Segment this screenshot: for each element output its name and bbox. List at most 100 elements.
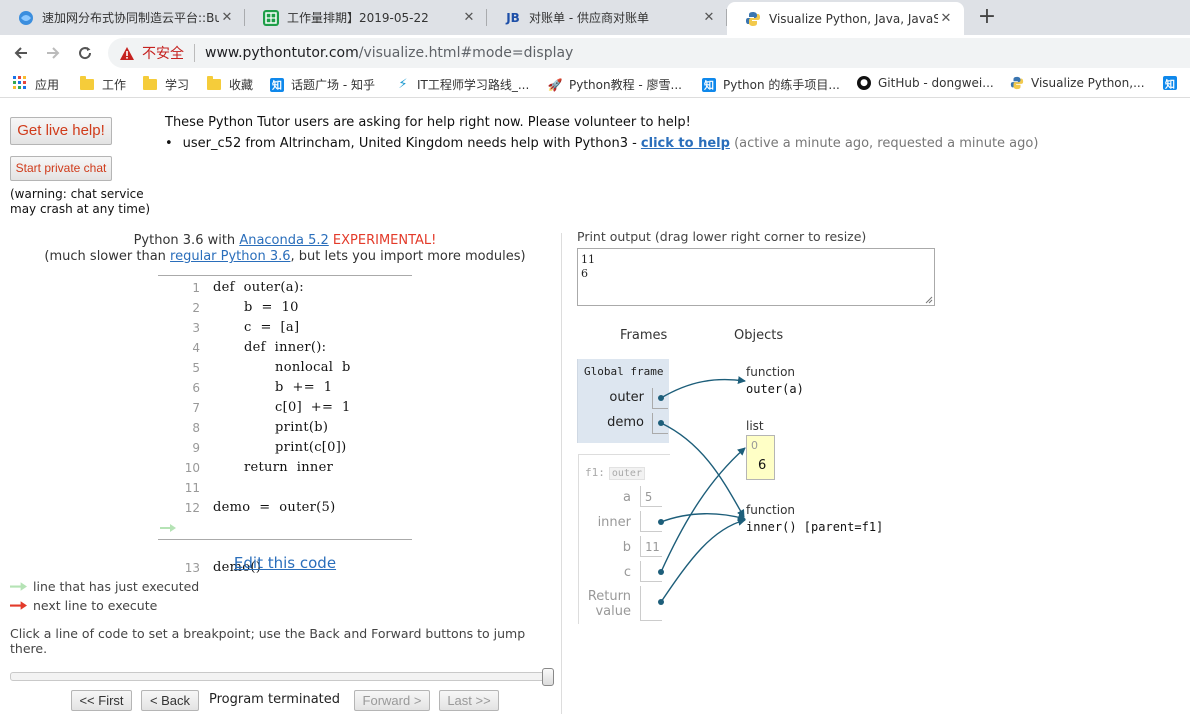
back-arrow-icon[interactable] [7, 39, 35, 67]
sheet-icon [263, 9, 279, 26]
click-to-help-link[interactable]: click to help [641, 136, 730, 151]
line-text: b = 10 [213, 300, 299, 315]
var-outer: outer [609, 390, 644, 405]
code-line[interactable]: 4 def inner(): [158, 338, 412, 358]
code-line[interactable]: 8 print(b) [158, 418, 412, 438]
bookmark-folder-work[interactable]: 工作 [80, 76, 126, 93]
warning-triangle-icon[interactable] [118, 44, 136, 62]
help-request-note: (active a minute ago, requested a minute… [729, 136, 1039, 151]
just-executed-arrow-icon [160, 524, 176, 532]
code-line[interactable]: 6 b += 1 [158, 378, 412, 398]
chat-warning-line: may crash at any time) [10, 202, 151, 216]
bookmark-visualize[interactable]: Visualize Python,... [1010, 76, 1145, 90]
back-button[interactable]: < Back [141, 690, 199, 711]
print-output-box[interactable]: 11 6 [577, 248, 935, 306]
objects-header: Objects [734, 328, 784, 343]
arrow-c-to-list [660, 447, 746, 573]
list-object: 0 6 [746, 435, 775, 480]
legend-label: next line to execute [33, 598, 158, 613]
red-arrow-icon [10, 601, 27, 610]
tab-schedule[interactable]: 工作量排期】2019-05-22 ✕ [245, 0, 487, 35]
code-display: 1 def outer(a): 2 b = 10 3 c = [a] 4 def … [158, 275, 412, 575]
close-icon[interactable]: ✕ [219, 10, 235, 25]
bookmark-python-projects[interactable]: 知 Python 的练手项目... [702, 76, 840, 93]
code-line[interactable]: 10 return inner [158, 458, 412, 478]
bookmark-label: GitHub - dongwei... [878, 76, 994, 90]
edit-code-link[interactable]: Edit this code [0, 554, 570, 572]
language-prefix: Python 3.6 with [133, 233, 240, 248]
obj-outer-signature: outer(a) [746, 382, 804, 396]
close-icon[interactable]: ✕ [938, 11, 954, 26]
line-number: 5 [192, 361, 200, 375]
line-text: def inner(): [213, 340, 327, 355]
execution-slider[interactable] [10, 672, 552, 681]
panel-divider [561, 233, 562, 714]
bookmark-folder-study[interactable]: 学习 [143, 76, 189, 93]
code-line[interactable]: 1 def outer(a): [158, 278, 412, 298]
bullet-icon: • [165, 136, 173, 151]
get-live-help-button[interactable]: Get live help! [10, 117, 112, 145]
bookmark-overflow[interactable]: 知 [1163, 76, 1184, 91]
resize-grip-icon[interactable] [925, 296, 933, 304]
code-line[interactable]: 13 demo() [158, 518, 412, 575]
line-text: nonlocal b [213, 360, 351, 375]
help-requests-headline: These Python Tutor users are asking for … [165, 115, 691, 130]
reload-icon[interactable] [71, 39, 99, 67]
line-text: def outer(a): [213, 280, 304, 295]
code-line[interactable]: 9 print(c[0]) [158, 438, 412, 458]
start-private-chat-button[interactable]: Start private chat [10, 156, 112, 181]
code-line[interactable]: 12 demo = outer(5) [158, 498, 412, 518]
bookmark-python-tutorial[interactable]: 🚀 Python教程 - 廖雪... [548, 76, 682, 93]
close-icon[interactable]: ✕ [461, 10, 477, 25]
print-output-line: 11 [581, 253, 595, 266]
line-number: 9 [192, 441, 200, 455]
print-output-label: Print output (drag lower right corner to… [577, 229, 867, 244]
execution-slider-handle[interactable] [542, 668, 554, 686]
folder-icon [207, 76, 221, 90]
tab-statement[interactable]: JB 对账单 - 供应商对账单 ✕ [487, 0, 727, 35]
code-line[interactable]: 3 c = [a] [158, 318, 412, 338]
tab-python-tutor[interactable]: Visualize Python, Java, JavaScri ✕ [727, 2, 964, 35]
bookmark-zhihu-topics[interactable]: 知 话题广场 - 知乎 [270, 76, 375, 93]
security-status[interactable]: 不安全 [142, 43, 184, 63]
line-number: 11 [184, 481, 200, 495]
bookmark-label: 应用 [35, 78, 60, 92]
language-note-prefix: (much slower than [44, 249, 171, 264]
bookmark-apps[interactable]: 应用 [13, 76, 59, 93]
breakpoint-instructions: Click a line of code to set a breakpoint… [10, 626, 526, 656]
code-line[interactable]: 7 c[0] += 1 [158, 398, 412, 418]
tab-sujia[interactable]: 速加网分布式协同制造云平台::Bu ✕ [0, 0, 245, 35]
regular-python-link[interactable]: regular Python 3.6 [170, 249, 290, 264]
bookmark-github[interactable]: ● GitHub - dongwei... [857, 76, 994, 90]
f1-return-value-label: Return value [585, 589, 631, 619]
code-line[interactable]: 5 nonlocal b [158, 358, 412, 378]
code-line[interactable]: 2 b = 10 [158, 298, 412, 318]
line-number: 3 [192, 321, 200, 335]
address-bar[interactable]: 不安全 www.pythontutor.com /visualize.html#… [108, 38, 1190, 68]
code-line[interactable]: 11 [158, 478, 412, 498]
arrow-demo-to-inner [660, 422, 745, 518]
folder-icon [80, 76, 94, 90]
line-text: b += 1 [213, 380, 333, 395]
new-tab-button[interactable]: + [975, 4, 999, 29]
rocket-icon: 🚀 [547, 77, 563, 92]
last-button[interactable]: Last >> [439, 690, 499, 711]
pointer-dot-inner [658, 519, 664, 525]
line-number: 1 [192, 281, 200, 295]
forward-button[interactable]: Forward > [354, 690, 430, 711]
help-request-item: • user_c52 from Altrincham, United Kingdo… [165, 136, 1038, 151]
line-text: c[0] += 1 [213, 400, 351, 415]
url-path: /visualize.html#mode=display [358, 45, 574, 61]
f1-var-b: b [622, 540, 631, 555]
forward-arrow-icon[interactable] [39, 39, 67, 67]
obj-inner-signature: inner() [parent=f1] [746, 520, 884, 534]
first-button[interactable]: << First [71, 690, 132, 711]
tab-title: Visualize Python, Java, JavaScri [769, 11, 938, 26]
bookmark-it-roadmap[interactable]: ⚡ IT工程师学习路线_... [396, 76, 529, 93]
close-icon[interactable]: ✕ [701, 10, 717, 25]
help-request-text: user_c52 from Altrincham, United Kingdom… [182, 136, 641, 151]
list-element: 6 [758, 458, 767, 473]
bookmark-folder-favorites[interactable]: 收藏 [207, 76, 253, 93]
f1-return-line: value [595, 604, 631, 619]
anaconda-link[interactable]: Anaconda 5.2 [239, 233, 328, 248]
